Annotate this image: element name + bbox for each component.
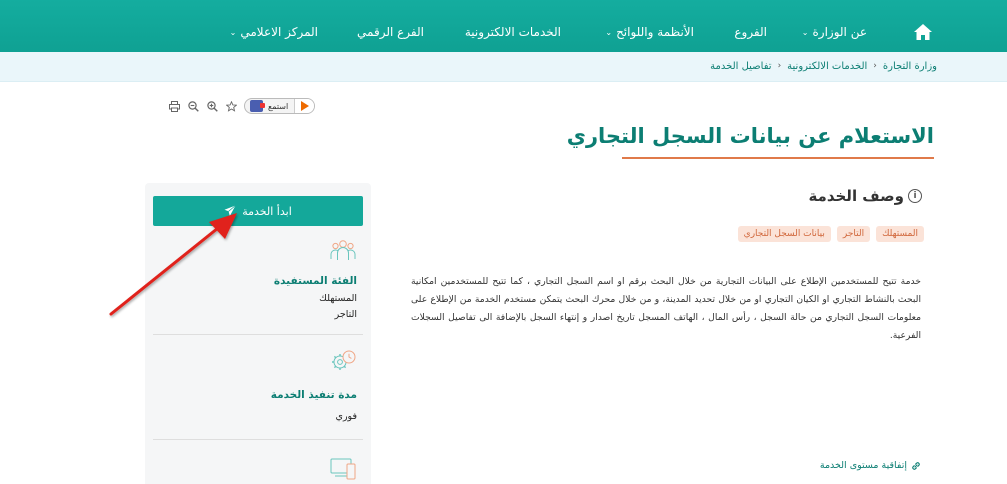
page-toolbar: استمع <box>168 98 316 114</box>
listen-button[interactable]: استمع <box>244 98 316 114</box>
duration-section: مدة تنفيذ الخدمة فوري <box>153 335 357 439</box>
sla-link[interactable]: إتفاقية مستوى الخدمة <box>820 460 921 471</box>
page-title: الاستعلام عن بيانات السجل التجاري <box>566 124 934 148</box>
readspeaker-logo-icon <box>250 100 265 112</box>
breadcrumb-link-ministry[interactable]: وزارة التجارة <box>883 61 937 72</box>
service-description-text: خدمة تتيح للمستخدمين الإطلاع على البيانا… <box>411 276 921 341</box>
nav-label: الأنظمة واللوائح <box>616 25 694 39</box>
beneficiary-value-merchant: التاجر <box>334 309 357 320</box>
listen-label: استمع <box>268 101 289 111</box>
nav-item-about[interactable]: عن الوزارة ⌄ <box>802 25 867 39</box>
nav-item-regulations[interactable]: الأنظمة واللوائح ⌄ <box>605 25 694 39</box>
info-icon: i <box>908 189 922 203</box>
tag-consumer[interactable]: المستهلك <box>876 226 924 242</box>
chevron-left-icon: ‹ <box>873 61 877 71</box>
nav-item-branches[interactable]: الفروع <box>734 25 767 39</box>
chevron-down-icon: ⌄ <box>229 28 237 37</box>
breadcrumb-bar: وزارة التجارة ‹ الخدمات الالكترونية ‹ تف… <box>0 52 1007 82</box>
nav-label: الخدمات الالكترونية <box>464 25 561 39</box>
heading-label: وصف الخدمة <box>808 187 904 205</box>
tag-cr-data[interactable]: بيانات السجل التجاري <box>737 226 831 242</box>
zoom-in-icon[interactable] <box>206 100 218 112</box>
nav-item-eservices[interactable]: الخدمات الالكترونية <box>465 25 561 39</box>
users-group-icon <box>330 240 356 260</box>
title-underline <box>622 157 934 159</box>
nav-item-digital-branch[interactable]: الفرع الرقمي <box>357 25 424 39</box>
devices-icon <box>330 458 356 480</box>
home-icon[interactable] <box>913 23 933 41</box>
breadcrumb-current: تفاصيل الخدمة <box>710 61 772 72</box>
link-icon <box>912 461 920 470</box>
beneficiary-label: الفئة المستفيدة <box>273 275 357 287</box>
zoom-out-icon[interactable] <box>187 100 199 112</box>
tag-merchant[interactable]: التاجر <box>836 226 871 242</box>
top-navbar: عن الوزارة ⌄ الفروع الأنظمة واللوائح ⌄ ا… <box>0 0 1007 52</box>
chevron-down-icon: ⌄ <box>801 28 809 37</box>
nav-label: المركز الاعلامي <box>240 25 318 39</box>
beneficiary-value-consumer: المستهلك <box>319 293 357 304</box>
nav-label: الفروع <box>734 25 767 39</box>
service-tags: المستهلك التاجر بيانات السجل التجاري <box>737 226 924 242</box>
service-sidebar: ابدأ الخدمة الفئة المستفيدة المستهلك الت… <box>145 183 371 484</box>
print-icon[interactable] <box>168 100 180 112</box>
star-icon[interactable] <box>225 100 237 112</box>
nav-item-media-center[interactable]: المركز الاعلامي ⌄ <box>230 25 318 39</box>
duration-value: فوري <box>335 411 357 422</box>
gear-clock-icon <box>332 350 356 370</box>
breadcrumb-link-eservices[interactable]: الخدمات الالكترونية <box>787 61 867 72</box>
nav-label: عن الوزارة <box>812 25 867 39</box>
service-description-heading: i وصف الخدمة <box>808 187 922 205</box>
beneficiary-section: الفئة المستفيدة المستهلك التاجر <box>153 183 357 333</box>
chevron-left-icon: ‹ <box>777 61 782 71</box>
chevron-down-icon: ⌄ <box>605 28 613 37</box>
divider <box>153 439 363 440</box>
sla-label: إتفاقية مستوى الخدمة <box>819 460 907 471</box>
breadcrumb: وزارة التجارة ‹ الخدمات الالكترونية ‹ تف… <box>710 61 937 72</box>
play-icon <box>294 99 315 113</box>
duration-label: مدة تنفيذ الخدمة <box>270 389 357 401</box>
nav-label: الفرع الرقمي <box>357 25 424 39</box>
